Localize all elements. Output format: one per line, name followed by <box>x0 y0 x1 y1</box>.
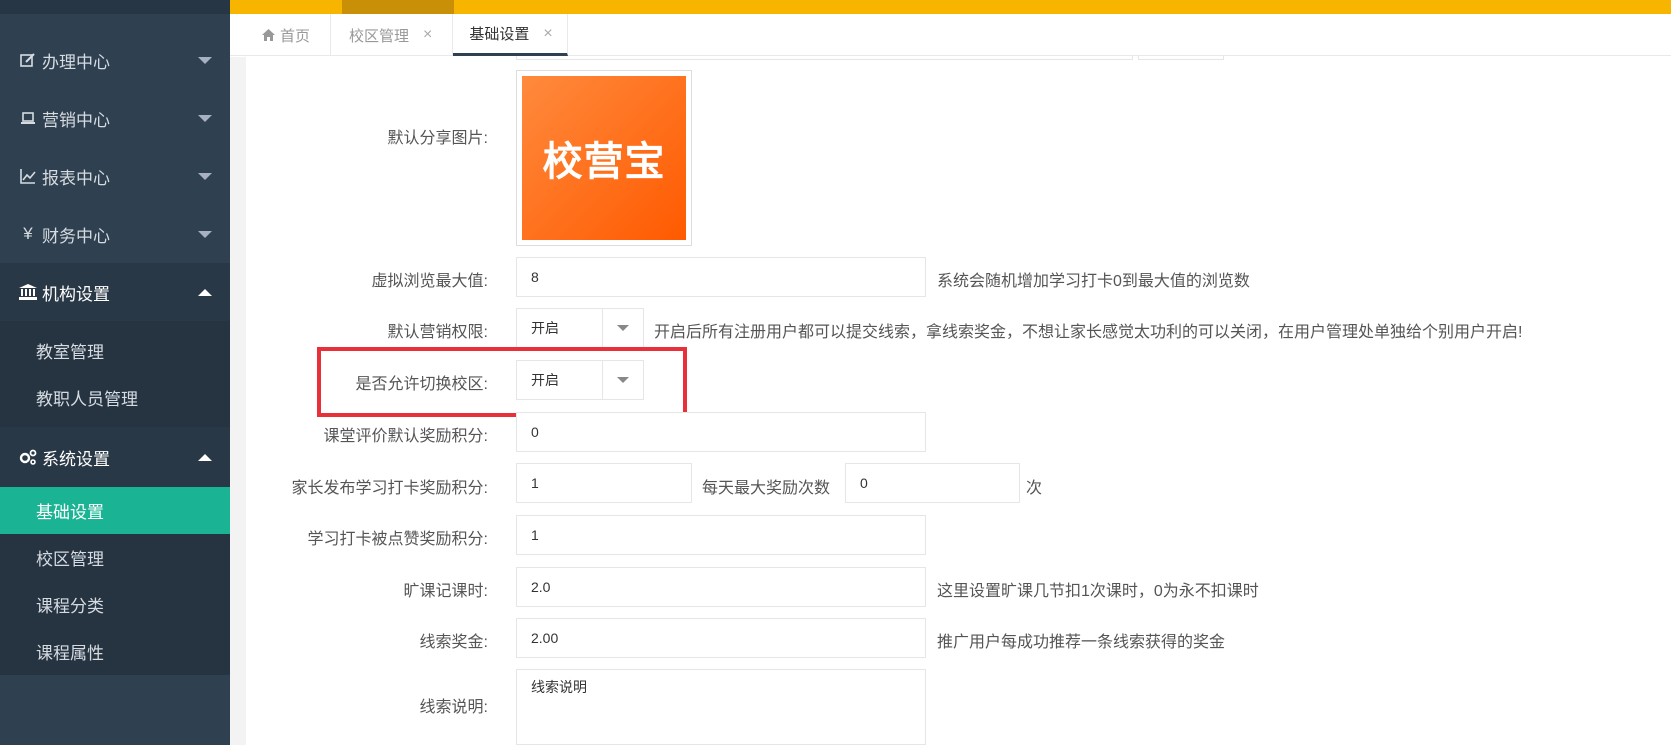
daily-max-input[interactable]: 0 <box>845 463 1020 503</box>
lead-desc-label: 线索说明: <box>419 699 488 716</box>
close-icon[interactable]: × <box>423 26 432 44</box>
top-bar-marker <box>342 0 454 14</box>
liked-input[interactable]: 1 <box>516 515 926 555</box>
virtual-view-input[interactable]: 8 <box>516 257 926 297</box>
edit-icon <box>18 52 38 68</box>
button-edge <box>1138 56 1224 60</box>
absent-input[interactable]: 2.0 <box>516 567 926 607</box>
sidebar-item-handle-center[interactable]: 办理中心 <box>0 31 230 89</box>
daily-max-unit: 次 <box>1026 480 1043 497</box>
chevron-down-icon <box>617 325 629 331</box>
sidebar-item-finance-center[interactable]: ¥ 财务中心 <box>0 205 230 263</box>
share-image-logo: 校营宝 <box>522 76 686 240</box>
liked-label: 学习打卡被点赞奖励积分: <box>307 531 488 548</box>
close-icon[interactable]: × <box>543 25 552 43</box>
sidebar-item-label: 系统设置 <box>42 449 110 469</box>
tab-label: 基础设置 <box>469 26 530 43</box>
chevron-down-icon <box>198 115 212 122</box>
absent-hint: 这里设置旷课几节扣1次课时，0为永不扣课时 <box>937 583 1259 600</box>
chevron-down-icon <box>198 57 212 64</box>
virtual-view-hint: 系统会随机增加学习打卡0到最大值的浏览数 <box>937 273 1250 290</box>
select-divider <box>602 309 603 347</box>
select-value: 开启 <box>531 320 559 336</box>
sidebar-item-label: 办理中心 <box>42 52 110 72</box>
yen-icon: ¥ <box>23 224 33 243</box>
tab-basic-settings[interactable]: 基础设置 × <box>453 14 568 56</box>
lead-bonus-label: 线索奖金: <box>419 634 488 651</box>
input-edge <box>516 56 1133 60</box>
lead-bonus-input[interactable]: 2.00 <box>516 618 926 658</box>
lead-desc-textarea[interactable]: 线索说明 <box>516 669 926 745</box>
class-eval-input[interactable]: 0 <box>516 412 926 452</box>
parent-post-input[interactable]: 1 <box>516 463 692 503</box>
tab-label: 首页 <box>280 27 311 45</box>
sidebar-top <box>0 0 230 14</box>
marketing-permission-hint: 开启后所有注册用户都可以提交线索，拿线索奖金，不想让家长感觉太功利的可以关闭，在… <box>654 324 1523 341</box>
daily-max-label: 每天最大奖励次数 <box>702 480 831 497</box>
chart-icon <box>18 168 38 184</box>
tab-home[interactable]: 首页 <box>230 14 332 56</box>
tab-campus-management[interactable]: 校区管理 × <box>331 14 454 56</box>
lead-bonus-hint: 推广用户每成功推荐一条线索获得的奖金 <box>937 634 1226 651</box>
gears-icon <box>18 449 38 465</box>
marketing-permission-label: 默认营销权限: <box>387 324 488 341</box>
share-image-label: 默认分享图片: <box>387 130 488 147</box>
highlight-box <box>317 347 687 417</box>
marketing-permission-select[interactable]: 开启 <box>516 308 644 348</box>
class-eval-label: 课堂评价默认奖励积分: <box>323 428 488 445</box>
tab-label: 校区管理 <box>349 27 410 45</box>
tab-bar: 首页 校区管理 × 基础设置 × <box>230 14 1671 56</box>
parent-post-label: 家长发布学习打卡奖励积分: <box>291 480 488 497</box>
share-image-upload[interactable]: 校营宝 <box>516 70 692 246</box>
chevron-down-icon <box>198 231 212 238</box>
chevron-down-icon <box>198 173 212 180</box>
sidebar-item-report-center[interactable]: 报表中心 <box>0 147 230 205</box>
sidebar-item-label: 财务中心 <box>42 226 110 246</box>
top-bar <box>230 0 1671 14</box>
chevron-up-icon <box>198 454 212 461</box>
home-icon <box>262 29 275 41</box>
absent-label: 旷课记课时: <box>403 583 488 600</box>
sidebar-item-label: 报表中心 <box>42 168 110 188</box>
virtual-view-label: 虚拟浏览最大值: <box>371 273 488 290</box>
